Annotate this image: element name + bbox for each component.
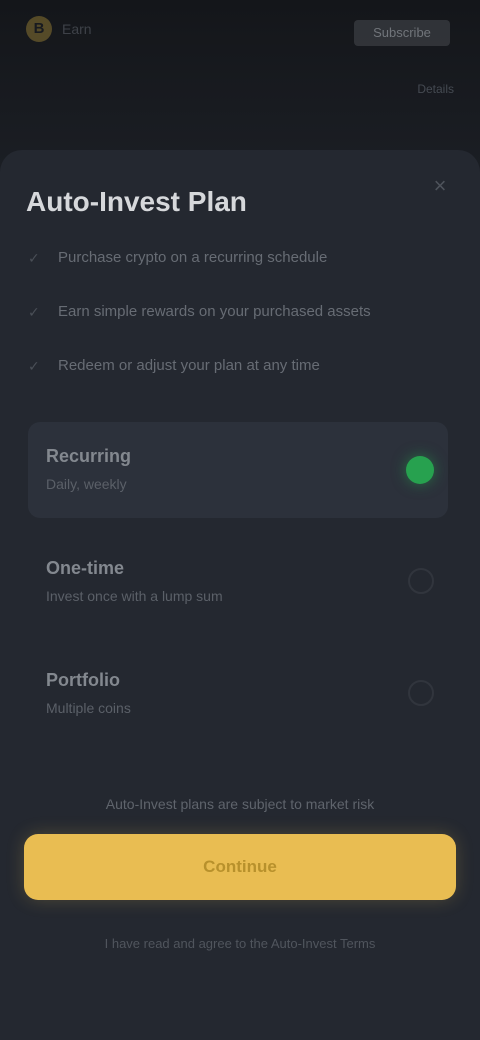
feature-text: Redeem or adjust your plan at any time: [58, 357, 320, 374]
feature-list: ✓ Purchase crypto on a recurring schedul…: [28, 248, 448, 410]
feature-item: ✓ Redeem or adjust your plan at any time: [28, 356, 448, 410]
app-brand: B Earn: [26, 16, 92, 42]
top-action-button[interactable]: Subscribe: [354, 20, 450, 46]
plan-options: Recurring Daily, weekly One-time Invest …: [28, 422, 448, 758]
option-subtitle: Multiple coins: [46, 700, 131, 716]
radio-unselected-icon[interactable]: [408, 568, 434, 594]
radio-unselected-icon[interactable]: [408, 680, 434, 706]
option-portfolio[interactable]: Portfolio Multiple coins: [28, 646, 448, 742]
bottom-sheet: × Auto-Invest Plan ✓ Purchase crypto on …: [0, 150, 480, 1040]
check-icon: ✓: [28, 250, 40, 266]
risk-note: Auto-Invest plans are subject to market …: [105, 796, 375, 812]
option-title: Portfolio: [46, 670, 120, 690]
option-subtitle: Invest once with a lump sum: [46, 588, 223, 604]
feature-item: ✓ Earn simple rewards on your purchased …: [28, 302, 448, 356]
terms-link[interactable]: I have read and agree to the Auto-Invest…: [60, 936, 420, 951]
option-title: One-time: [46, 558, 125, 578]
app-top-bar: B Earn Subscribe: [0, 0, 480, 66]
option-one-time[interactable]: One-time Invest once with a lump sum: [28, 534, 448, 630]
option-title: Recurring: [46, 446, 132, 466]
continue-button[interactable]: Continue: [24, 834, 456, 900]
feature-text: Purchase crypto on a recurring schedule: [58, 249, 328, 266]
brand-logo-icon: B: [26, 16, 52, 42]
sheet-title: Auto-Invest Plan: [26, 186, 247, 217]
brand-name: Earn: [62, 21, 92, 37]
close-icon[interactable]: ×: [428, 174, 452, 198]
option-subtitle: Daily, weekly: [46, 476, 127, 492]
check-icon: ✓: [28, 358, 40, 374]
option-recurring[interactable]: Recurring Daily, weekly: [28, 422, 448, 518]
dimmed-app-background[interactable]: B Earn Subscribe Details: [0, 0, 480, 170]
radio-selected-icon[interactable]: [406, 456, 434, 484]
feature-text: Earn simple rewards on your purchased as…: [58, 303, 371, 320]
feature-item: ✓ Purchase crypto on a recurring schedul…: [28, 248, 448, 302]
check-icon: ✓: [28, 304, 40, 320]
screen: B Earn Subscribe Details × Auto-Invest P…: [0, 0, 480, 1040]
app-subline-link[interactable]: Details: [417, 82, 454, 96]
